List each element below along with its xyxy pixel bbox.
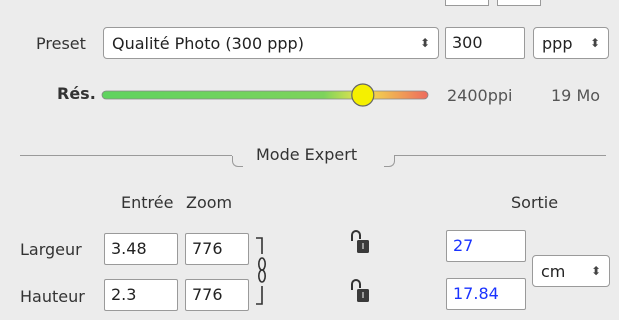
chain-link-icon[interactable] <box>254 236 268 308</box>
column-header-entree: Entrée <box>121 193 174 212</box>
height-sortie-field[interactable]: 17.84 <box>446 278 526 310</box>
output-unit-select[interactable]: cm ⬍ <box>532 255 610 287</box>
lock-open-icon[interactable] <box>348 229 370 255</box>
column-header-sortie: Sortie <box>511 193 559 212</box>
preset-label: Preset <box>36 34 86 53</box>
separator-right <box>394 155 606 156</box>
lock-open-icon[interactable] <box>348 278 370 304</box>
updown-arrows-icon: ⬍ <box>589 36 600 50</box>
width-label: Largeur <box>20 240 82 259</box>
section-title: Mode Expert <box>256 145 358 164</box>
top-partial-field-2 <box>497 0 541 6</box>
preset-select-value: Qualité Photo (300 ppp) <box>112 33 304 53</box>
resolution-unit-value: ppp <box>542 33 573 53</box>
width-sortie-field[interactable]: 27 <box>446 230 526 262</box>
slider-track <box>101 90 429 100</box>
preset-resolution-field[interactable]: 300 <box>445 27 525 59</box>
file-size-readout: 19 Mo <box>551 86 601 105</box>
updown-arrows-icon: ⬍ <box>419 36 430 50</box>
slider-knob[interactable] <box>351 83 375 107</box>
width-zoom-field[interactable]: 776 <box>185 233 249 265</box>
height-label: Hauteur <box>20 287 85 306</box>
separator-left-grip <box>232 156 243 167</box>
resolution-unit-select[interactable]: ppp ⬍ <box>533 27 609 59</box>
updown-arrows-icon: ⬍ <box>590 264 601 278</box>
output-unit-value: cm <box>541 261 566 281</box>
separator-left <box>20 155 232 156</box>
separator-right-grip <box>384 156 395 167</box>
resolution-label: Rés. <box>57 84 96 103</box>
resolution-slider[interactable] <box>96 80 436 110</box>
height-entree-field[interactable]: 2.3 <box>104 279 178 311</box>
preset-select[interactable]: Qualité Photo (300 ppp) ⬍ <box>103 27 439 59</box>
column-header-zoom: Zoom <box>186 193 233 212</box>
top-partial-field-1 <box>445 0 489 6</box>
width-entree-field[interactable]: 3.48 <box>104 233 178 265</box>
ppi-readout: 2400ppi <box>447 86 513 105</box>
height-zoom-field[interactable]: 776 <box>185 279 249 311</box>
